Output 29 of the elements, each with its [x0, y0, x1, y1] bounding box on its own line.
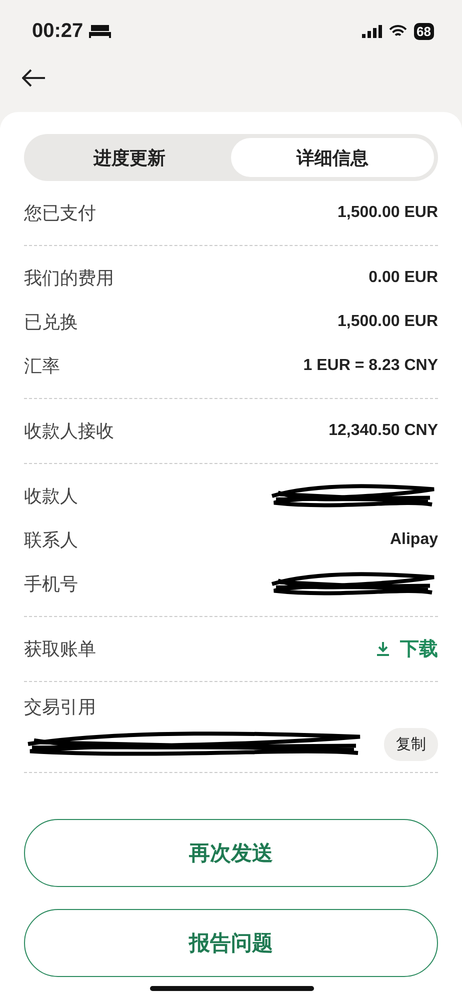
row-value: 0.00 EUR — [368, 269, 438, 287]
row-value: Alipay — [390, 531, 438, 549]
row-value: 1,500.00 EUR — [337, 313, 438, 331]
copy-button[interactable]: 复制 — [384, 728, 438, 760]
row-label: 我们的费用 — [24, 267, 114, 290]
tab[interactable]: 进度更新 — [28, 138, 231, 177]
row-value: 1 EUR = 8.23 CNY — [303, 357, 438, 375]
row-label: 联系人 — [24, 529, 78, 552]
row-value: 1,500.00 EUR — [337, 204, 438, 222]
row-label: 汇率 — [24, 355, 60, 378]
download-link[interactable]: 下载 — [376, 636, 438, 662]
back-arrow-icon[interactable] — [22, 69, 46, 87]
row-label: 您已支付 — [24, 202, 96, 225]
wifi-icon — [388, 24, 407, 38]
row-label: 获取账单 — [24, 638, 96, 661]
action-button[interactable]: 报告问题 — [24, 909, 438, 977]
row-label: 收款人接收 — [24, 420, 114, 443]
row-label: 手机号 — [24, 573, 78, 596]
action-button[interactable]: 再次发送 — [24, 819, 438, 887]
row-label: 已兑换 — [24, 311, 78, 334]
tab[interactable]: 详细信息 — [231, 138, 434, 177]
row-value: 12,340.50 CNY — [328, 422, 438, 440]
download-icon — [376, 641, 390, 657]
bed-icon — [89, 24, 112, 38]
signal-icon — [362, 24, 382, 38]
battery-level: 68 — [414, 22, 434, 40]
row-label: 交易引用 — [24, 696, 96, 719]
row-label: 收款人 — [24, 485, 78, 508]
status-time: 00:27 — [32, 20, 84, 42]
